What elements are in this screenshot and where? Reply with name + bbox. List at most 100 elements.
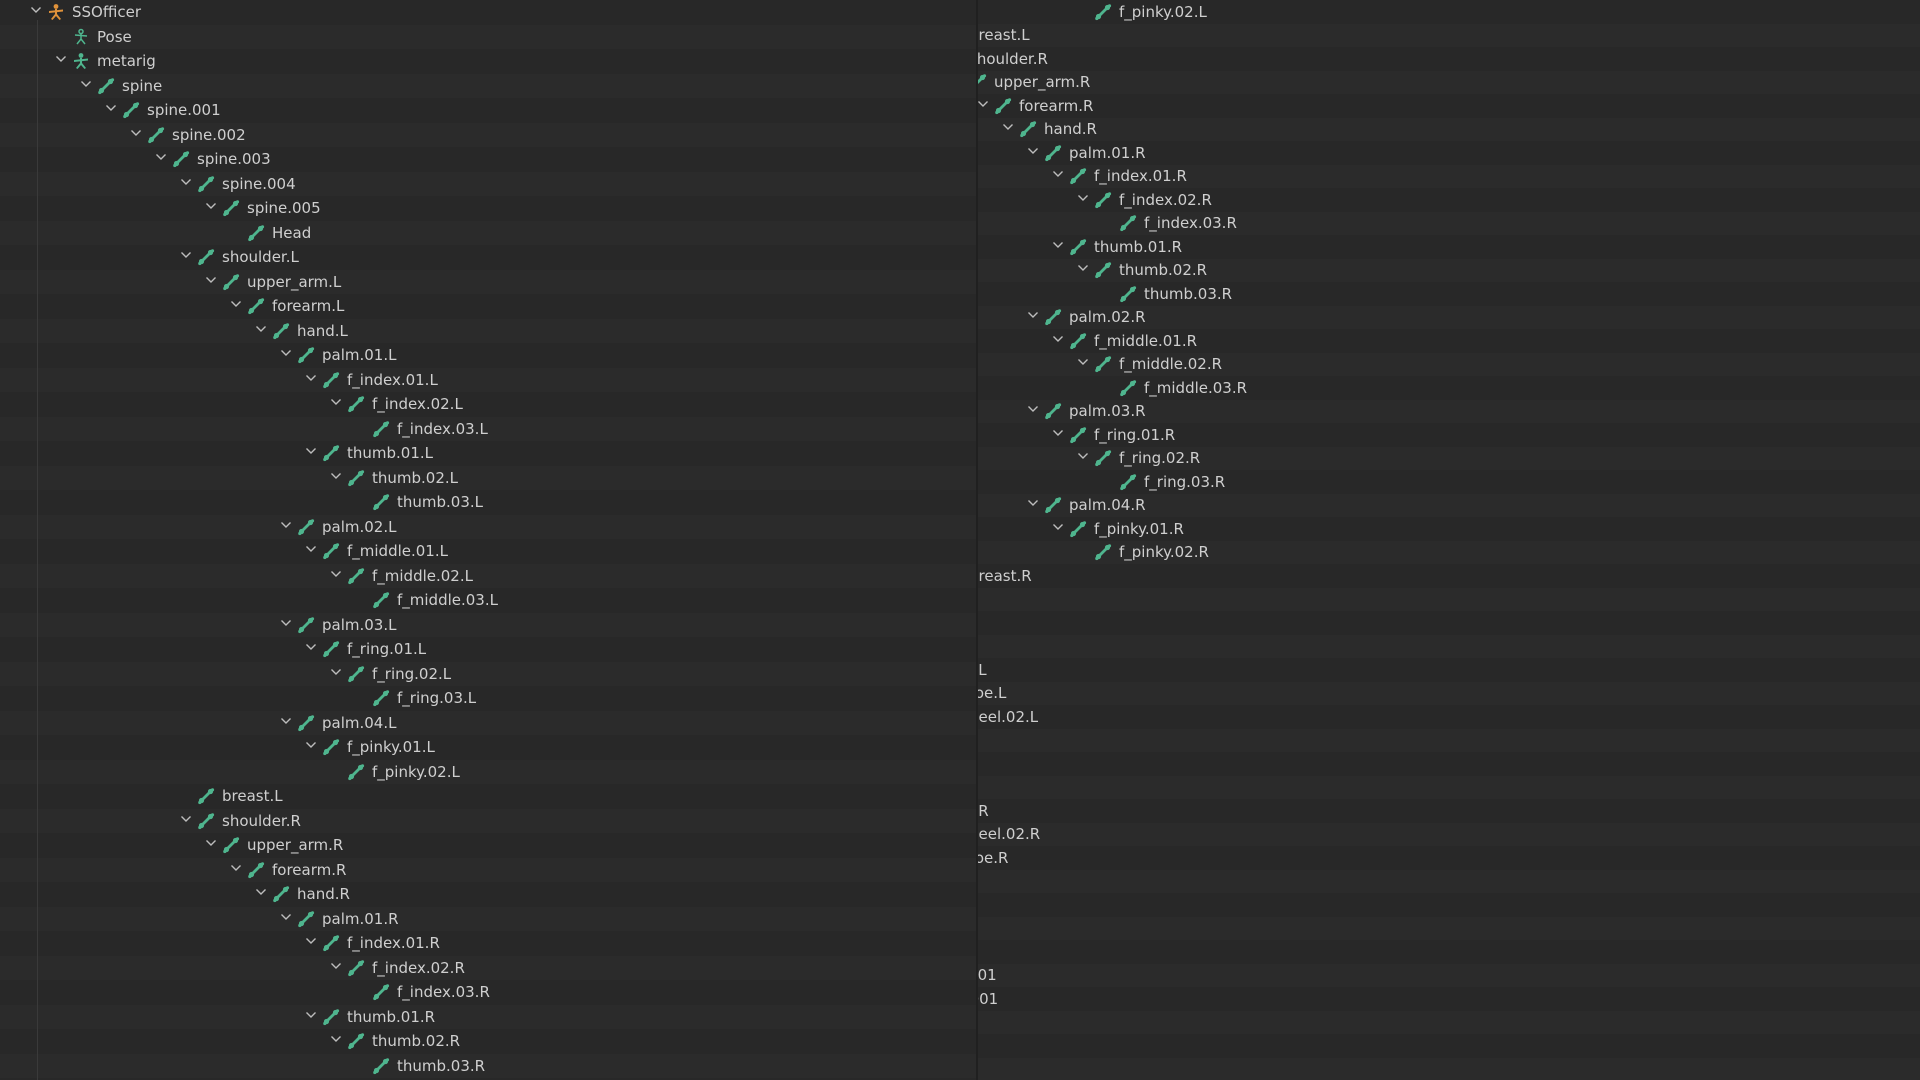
tree-row[interactable]: pelvis.R [978,728,1920,752]
expand-toggle[interactable] [105,102,117,114]
expand-toggle[interactable] [1052,427,1064,439]
tree-row[interactable]: toe.L [978,681,1920,705]
tree-row[interactable]: thumb.03.R [978,282,1920,306]
tree-row[interactable]: f_pinky.02.R [978,540,1920,564]
tree-row[interactable]: Head [0,220,978,245]
expand-toggle[interactable] [280,617,292,629]
expand-toggle[interactable] [305,739,317,751]
tree-row[interactable]: toe.R [978,846,1920,870]
tree-row[interactable]: f_ring.01.R [978,423,1920,447]
expand-toggle[interactable] [255,886,267,898]
tree-row[interactable]: f_pinky.02.L [0,759,978,784]
tree-row[interactable]: thigh.R [978,752,1920,776]
expand-toggle[interactable] [305,372,317,384]
expand-toggle[interactable] [280,347,292,359]
tree-row[interactable]: palm.02.L [0,514,978,539]
tree-row[interactable]: f_middle.02.R [978,352,1920,376]
tree-row[interactable]: f_ring.02.L [0,661,978,686]
tree-row[interactable]: f_middle.02.L [0,563,978,588]
expand-toggle[interactable] [305,641,317,653]
expand-toggle[interactable] [305,543,317,555]
tree-row[interactable]: breast.L [0,784,978,809]
tree-row[interactable]: f_index.03.R [978,211,1920,235]
tree-row[interactable]: Pose [0,24,978,49]
expand-toggle[interactable] [1027,497,1039,509]
tree-row[interactable]: f_index.02.R [978,188,1920,212]
tree-row[interactable]: hand.R [978,117,1920,141]
expand-toggle[interactable] [55,53,67,65]
tree-row[interactable]: forearm.L [0,294,978,319]
tree-row[interactable]: shoulder.R [0,808,978,833]
tree-row[interactable]: f_middle.03.L [0,588,978,613]
tree-row[interactable]: palm.03.R [978,399,1920,423]
expand-toggle[interactable] [205,837,217,849]
expand-toggle[interactable] [978,98,989,110]
tree-row[interactable]: thumb.02.R [978,258,1920,282]
tree-row[interactable]: forearm.R.001 [978,1034,1920,1058]
expand-toggle[interactable] [1027,145,1039,157]
tree-row[interactable]: upper_arm.L [0,269,978,294]
tree-row[interactable]: pelvis.L [978,587,1920,611]
expand-toggle[interactable] [230,298,242,310]
tree-row[interactable]: spine.001 [0,98,978,123]
tree-row[interactable]: thumb.02.L [0,465,978,490]
expand-toggle[interactable] [180,813,192,825]
tree-row[interactable]: thumb.03.L [0,490,978,515]
tree-row[interactable]: shoulder.L [0,245,978,270]
expand-toggle[interactable] [305,935,317,947]
tree-row[interactable]: f_index.02.L [0,392,978,417]
tree-row[interactable]: thigh.L.001 [978,869,1920,893]
expand-toggle[interactable] [1052,168,1064,180]
tree-row[interactable]: foot.L [978,658,1920,682]
tree-row[interactable]: forearm.R [978,94,1920,118]
tree-row[interactable]: shin.R.001 [978,940,1920,964]
expand-toggle[interactable] [1052,521,1064,533]
expand-toggle[interactable] [1052,239,1064,251]
expand-toggle[interactable] [330,666,342,678]
expand-toggle[interactable] [330,960,342,972]
expand-toggle[interactable] [205,200,217,212]
tree-row[interactable]: thumb.02.R [0,1029,978,1054]
tree-row[interactable]: f_pinky.02.L [978,0,1920,24]
tree-row[interactable]: upper_arm.R.001 [978,987,1920,1011]
tree-row[interactable]: palm.02.R [978,305,1920,329]
expand-toggle[interactable] [1027,309,1039,321]
tree-row[interactable]: heel.02.R [978,822,1920,846]
expand-toggle[interactable] [1002,121,1014,133]
tree-row[interactable]: SSOfficer [0,0,978,25]
tree-row[interactable]: Head.001 [978,1057,1920,1080]
expand-toggle[interactable] [1077,192,1089,204]
expand-toggle[interactable] [330,396,342,408]
tree-row[interactable]: thigh.L [978,611,1920,635]
tree-row[interactable]: shin.R [978,775,1920,799]
tree-row[interactable]: breast.L [978,23,1920,47]
expand-toggle[interactable] [330,470,342,482]
expand-toggle[interactable] [305,1009,317,1021]
tree-row[interactable]: f_middle.01.R [978,329,1920,353]
expand-toggle[interactable] [280,911,292,923]
expand-toggle[interactable] [155,151,167,163]
tree-row[interactable]: palm.01.L [0,343,978,368]
tree-row[interactable]: upper_arm.L.001 [978,963,1920,987]
tree-row[interactable]: forearm.R [0,857,978,882]
expand-toggle[interactable] [330,568,342,580]
expand-toggle[interactable] [305,445,317,457]
tree-row[interactable]: f_index.01.R [0,931,978,956]
tree-row[interactable]: f_ring.02.R [978,446,1920,470]
tree-row[interactable]: f_index.03.R [0,980,978,1005]
tree-row[interactable]: f_index.01.L [0,367,978,392]
tree-row[interactable]: palm.01.R [0,906,978,931]
tree-row[interactable]: f_index.03.L [0,416,978,441]
tree-row[interactable]: f_ring.03.R [978,470,1920,494]
tree-row[interactable]: foot.R [978,799,1920,823]
tree-row[interactable]: f_index.02.R [0,955,978,980]
expand-toggle[interactable] [280,519,292,531]
tree-row[interactable]: palm.04.R [978,493,1920,517]
tree-row[interactable]: heel.02.L [978,705,1920,729]
tree-row[interactable]: f_pinky.01.R [978,517,1920,541]
expand-toggle[interactable] [1077,262,1089,274]
tree-row[interactable]: f_index.01.R [978,164,1920,188]
expand-toggle[interactable] [230,862,242,874]
expand-toggle[interactable] [280,715,292,727]
expand-toggle[interactable] [80,78,92,90]
